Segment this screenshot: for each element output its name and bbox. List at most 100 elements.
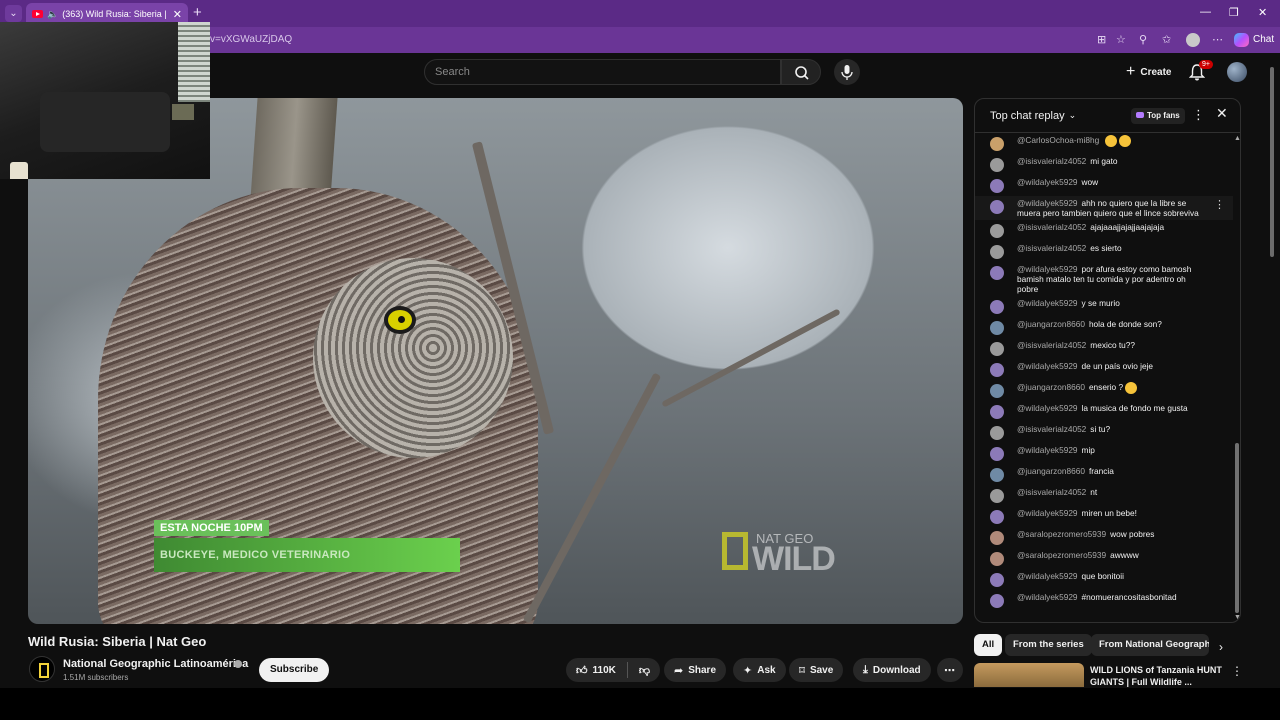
search-input[interactable]: Search [424, 59, 781, 85]
chat-scroll-thumb[interactable] [1235, 443, 1239, 613]
chat-message[interactable]: @wildalyek5929 de un país ovio jeje [975, 359, 1233, 380]
tab-actions-chevron-icon[interactable]: ⌄ [5, 5, 22, 22]
chat-message[interactable]: @saralopezromero5939 awwww [975, 548, 1233, 569]
restore-icon[interactable]: ❐ [1229, 6, 1239, 19]
chat-author-avatar[interactable] [990, 489, 1004, 503]
thumbs-up-icon[interactable]: 👍︎ [576, 664, 588, 677]
save-button[interactable]: ⌑ Save [789, 658, 844, 682]
chat-author-name[interactable]: @saralopezromero5939 [1017, 529, 1106, 539]
channel-name[interactable]: National Geographic Latinoamérica [63, 658, 248, 670]
chat-author-avatar[interactable] [990, 342, 1004, 356]
subscribe-button[interactable]: Subscribe [259, 658, 330, 682]
chat-author-avatar[interactable] [990, 266, 1004, 280]
copilot-icon[interactable] [1234, 33, 1249, 47]
chat-message[interactable]: @wildalyek5929 wow [975, 175, 1233, 196]
more-menu-icon[interactable]: ⋯ [1212, 33, 1223, 46]
chat-author-avatar[interactable] [990, 321, 1004, 335]
chat-author-avatar[interactable] [990, 426, 1004, 440]
chat-author-name[interactable]: @isisvalerialz4052 [1017, 222, 1086, 232]
chat-message[interactable]: @wildalyek5929 ahh no quiero que la libre… [975, 196, 1233, 220]
chat-author-avatar[interactable] [990, 137, 1004, 151]
recommendation-title[interactable]: WILD LIONS of Tanzania HUNT GIANTS | Ful… [1090, 664, 1225, 688]
favorites-icon[interactable]: ✩ [1162, 33, 1171, 46]
chat-author-avatar[interactable] [990, 531, 1004, 545]
chip-from-series[interactable]: From the series [1005, 634, 1092, 656]
page-scrollbar[interactable] [1268, 55, 1276, 688]
url-field[interactable]: v=vXGWaUZjDAQ [210, 34, 292, 45]
chat-message[interactable]: @juangarzon8660 francia [975, 464, 1233, 485]
ask-button[interactable]: ✦ Ask [733, 658, 786, 682]
chat-author-name[interactable]: @juangarzon8660 [1017, 466, 1085, 476]
profile-avatar[interactable] [1186, 33, 1200, 47]
account-avatar[interactable] [1227, 62, 1247, 82]
extensions-icon[interactable]: ⚲ [1139, 33, 1147, 46]
chat-author-name[interactable]: @isisvalerialz4052 [1017, 340, 1086, 350]
chat-message[interactable]: @isisvalerialz4052 ajajaaajjajajjaajajaja [975, 220, 1233, 241]
chat-author-name[interactable]: @wildalyek5929 [1017, 445, 1078, 455]
more-vert-icon[interactable]: ⋮ [1192, 107, 1205, 123]
chat-author-avatar[interactable] [990, 468, 1004, 482]
chat-message[interactable]: @wildalyek5929 #nomuerancositasbonitad [975, 590, 1233, 611]
chat-author-name[interactable]: @wildalyek5929 [1017, 508, 1078, 518]
chat-author-name[interactable]: @wildalyek5929 [1017, 361, 1078, 371]
chat-mode-selector[interactable]: Top chat replay [990, 110, 1065, 122]
chip-from-channel[interactable]: From National Geographic [1091, 634, 1209, 656]
chat-author-name[interactable]: @isisvalerialz4052 [1017, 487, 1086, 497]
more-actions-button[interactable]: ⋯ [937, 658, 963, 682]
chat-author-avatar[interactable] [990, 447, 1004, 461]
tab-close-icon[interactable]: ✕ [173, 8, 182, 21]
create-button[interactable]: + Create [1116, 60, 1181, 84]
chat-author-avatar[interactable] [990, 573, 1004, 587]
window-close-icon[interactable]: ✕ [1258, 6, 1267, 19]
chat-author-avatar[interactable] [990, 224, 1004, 238]
app-available-icon[interactable]: ⊞ [1097, 33, 1106, 46]
chat-author-name[interactable]: @wildalyek5929 [1017, 198, 1078, 208]
chat-message[interactable]: @wildalyek5929 que bonitoii [975, 569, 1233, 590]
chat-message[interactable]: @wildalyek5929 la musica de fondo me gust… [975, 401, 1233, 422]
chat-author-name[interactable]: @wildalyek5929 [1017, 592, 1078, 602]
chat-message[interactable]: @isisvalerialz4052 mi gato [975, 154, 1233, 175]
chat-message[interactable]: @isisvalerialz4052 mexico tu?? [975, 338, 1233, 359]
favorite-star-icon[interactable]: ☆ [1116, 33, 1126, 46]
more-vert-icon[interactable]: ⋮ [1231, 664, 1243, 678]
chip-all[interactable]: All [974, 634, 1003, 656]
chat-message[interactable]: @isisvalerialz4052 nt [975, 485, 1233, 506]
chat-author-name[interactable]: @isisvalerialz4052 [1017, 156, 1086, 166]
search-button[interactable] [781, 59, 821, 85]
speaker-icon[interactable]: 🔈 [47, 9, 58, 20]
chat-author-name[interactable]: @juangarzon8660 [1017, 382, 1085, 392]
chat-message[interactable]: @wildalyek5929 mip [975, 443, 1233, 464]
chat-author-name[interactable]: @isisvalerialz4052 [1017, 243, 1086, 253]
voice-search-button[interactable] [834, 59, 860, 85]
download-button[interactable]: ⤓ Download [853, 658, 931, 682]
chat-message[interactable]: @isisvalerialz4052 si tu? [975, 422, 1233, 443]
chat-author-name[interactable]: @wildalyek5929 [1017, 264, 1078, 274]
chat-author-avatar[interactable] [990, 179, 1004, 193]
channel-avatar[interactable] [29, 656, 55, 682]
chat-author-avatar[interactable] [990, 594, 1004, 608]
chat-author-name[interactable]: @isisvalerialz4052 [1017, 424, 1086, 434]
close-icon[interactable]: ✕ [1216, 105, 1228, 122]
chat-author-name[interactable]: @saralopezromero5939 [1017, 550, 1106, 560]
chevron-right-icon[interactable]: › [1219, 640, 1223, 654]
scroll-up-icon[interactable]: ▲ [1234, 135, 1240, 142]
chat-scrollbar[interactable]: ▲ ▼ [1233, 133, 1240, 622]
share-button[interactable]: ➦ Share [664, 658, 727, 682]
minimize-icon[interactable]: — [1200, 6, 1211, 18]
chat-author-name[interactable]: @wildalyek5929 [1017, 298, 1078, 308]
chat-author-avatar[interactable] [990, 245, 1004, 259]
scroll-down-icon[interactable]: ▼ [1234, 614, 1240, 621]
chat-message[interactable]: @juangarzon8660 enserio ? [975, 380, 1233, 401]
chat-author-avatar[interactable] [990, 363, 1004, 377]
chat-message[interactable]: @CarlosOchoa-mi8hg [975, 133, 1233, 154]
like-count[interactable]: 110K [593, 665, 616, 676]
recommendation-thumbnail[interactable] [974, 663, 1084, 687]
chat-message[interactable]: @isisvalerialz4052 es sierto [975, 241, 1233, 262]
chat-author-avatar[interactable] [990, 158, 1004, 172]
chat-message[interactable]: @saralopezromero5939 wow pobres [975, 527, 1233, 548]
thumbs-down-icon[interactable]: 👎︎ [639, 664, 650, 677]
new-tab-button[interactable]: + [193, 4, 202, 21]
chat-message[interactable]: @wildalyek5929 por afura estoy como bamos… [975, 262, 1233, 296]
chat-author-avatar[interactable] [990, 384, 1004, 398]
chevron-down-icon[interactable]: ⌄ [1069, 110, 1077, 121]
